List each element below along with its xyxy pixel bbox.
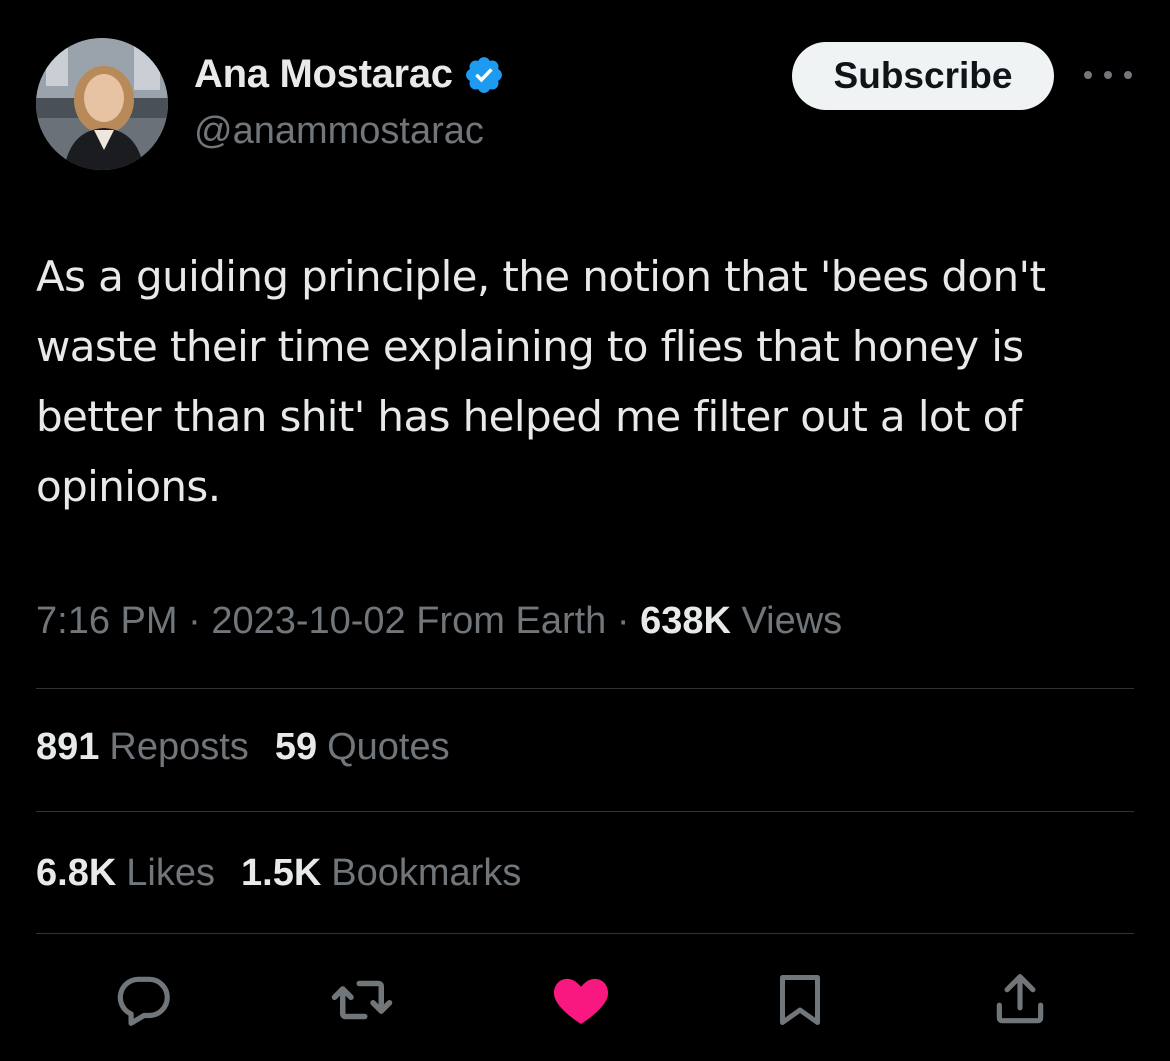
stats-row-reposts: 891 Reposts 59 Quotes: [36, 726, 450, 769]
bookmarks-label: Bookmarks: [331, 852, 522, 894]
bookmarks-count: 1.5K: [241, 852, 322, 894]
quotes-count: 59: [274, 726, 318, 768]
tweet-meta: 7:16 PM · 2023-10-02 From Earth · 638K V…: [36, 600, 842, 643]
tweet-time[interactable]: 7:16 PM: [36, 600, 178, 642]
likes-label: Likes: [126, 852, 215, 894]
meta-separator: ·: [188, 600, 201, 642]
tweet-text: As a guiding principle, the notion that …: [36, 252, 1046, 511]
views-count: 638K: [640, 600, 731, 642]
more-dot: [1104, 71, 1112, 79]
share-icon: [996, 974, 1044, 1024]
likes-stat[interactable]: 6.8K Likes: [36, 852, 215, 895]
like-icon: [553, 978, 609, 1024]
more-dot: [1084, 71, 1092, 79]
author-name-row[interactable]: Ana Mostarac: [194, 52, 505, 97]
bookmark-icon: [780, 975, 820, 1025]
reply-button[interactable]: [104, 960, 184, 1040]
divider: [36, 811, 1134, 812]
avatar[interactable]: [36, 38, 168, 170]
reposts-stat[interactable]: 891 Reposts: [36, 726, 249, 769]
divider: [36, 688, 1134, 689]
like-button[interactable]: [541, 960, 621, 1040]
reposts-label: Reposts: [109, 726, 249, 768]
views-label: Views: [741, 600, 843, 642]
more-dot: [1124, 71, 1132, 79]
repost-icon: [331, 980, 393, 1020]
quotes-label: Quotes: [327, 726, 450, 768]
action-bar: [0, 960, 1170, 1040]
author-display-name[interactable]: Ana Mostarac: [194, 52, 453, 97]
more-horizontal-icon[interactable]: [1084, 60, 1132, 90]
divider: [36, 933, 1134, 934]
repost-button[interactable]: [322, 960, 402, 1040]
bookmark-button[interactable]: [760, 960, 840, 1040]
reposts-count: 891: [36, 726, 100, 768]
reply-icon: [117, 976, 170, 1026]
subscribe-button[interactable]: Subscribe: [792, 42, 1054, 110]
share-button[interactable]: [980, 960, 1060, 1040]
verified-badge-icon[interactable]: [463, 54, 505, 96]
stats-row-likes: 6.8K Likes 1.5K Bookmarks: [36, 852, 521, 895]
quotes-stat[interactable]: 59 Quotes: [275, 726, 450, 769]
author-handle[interactable]: @anammostarac: [194, 110, 484, 153]
meta-separator: ·: [616, 600, 630, 642]
likes-count: 6.8K: [36, 852, 117, 894]
tweet-date[interactable]: 2023-10-02: [211, 600, 405, 642]
tweet-source: From Earth: [416, 600, 607, 642]
bookmarks-stat[interactable]: 1.5K Bookmarks: [241, 852, 521, 895]
